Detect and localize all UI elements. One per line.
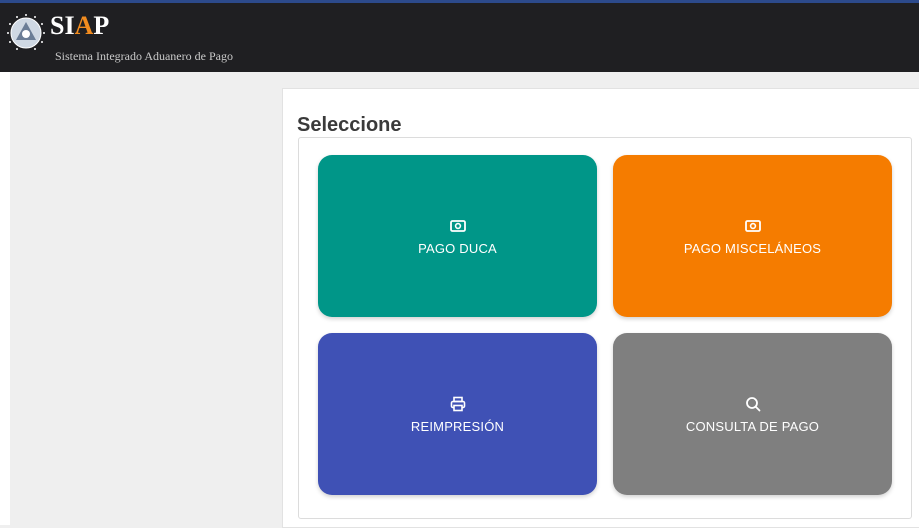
pago-miscelaneos-label: PAGO MISCELÁNEOS — [683, 240, 822, 256]
page-title: Seleccione — [297, 114, 402, 136]
consulta-de-pago-button[interactable]: CONSULTA DE PAGO — [613, 333, 892, 495]
reimpresion-label: REIMPRESIÓN — [410, 418, 505, 434]
pago-duca-button[interactable]: PAGO DUCA — [318, 155, 597, 317]
brand-accent-letter: A — [74, 11, 94, 40]
search-icon — [745, 396, 760, 411]
pago-miscelaneos-button[interactable]: PAGO MISCELÁNEOS — [613, 155, 892, 317]
reimpresion-button[interactable]: REIMPRESIÓN — [318, 333, 597, 495]
app-subtitle: Sistema Integrado Aduanero de Pago — [55, 49, 233, 63]
money-icon — [744, 219, 761, 232]
seal-logo-icon — [7, 14, 45, 50]
brand-suffix: P — [93, 11, 110, 40]
brand-prefix: SI — [50, 11, 75, 40]
money-icon — [449, 219, 466, 232]
consulta-de-pago-label: CONSULTA DE PAGO — [685, 418, 820, 434]
printer-icon — [450, 396, 465, 411]
pago-duca-label: PAGO DUCA — [418, 240, 497, 256]
top-bar: SIAP Sistema Integrado Aduanero de Pago — [0, 0, 919, 72]
sidebar — [0, 72, 10, 525]
app-brand: SIAP — [50, 11, 109, 41]
